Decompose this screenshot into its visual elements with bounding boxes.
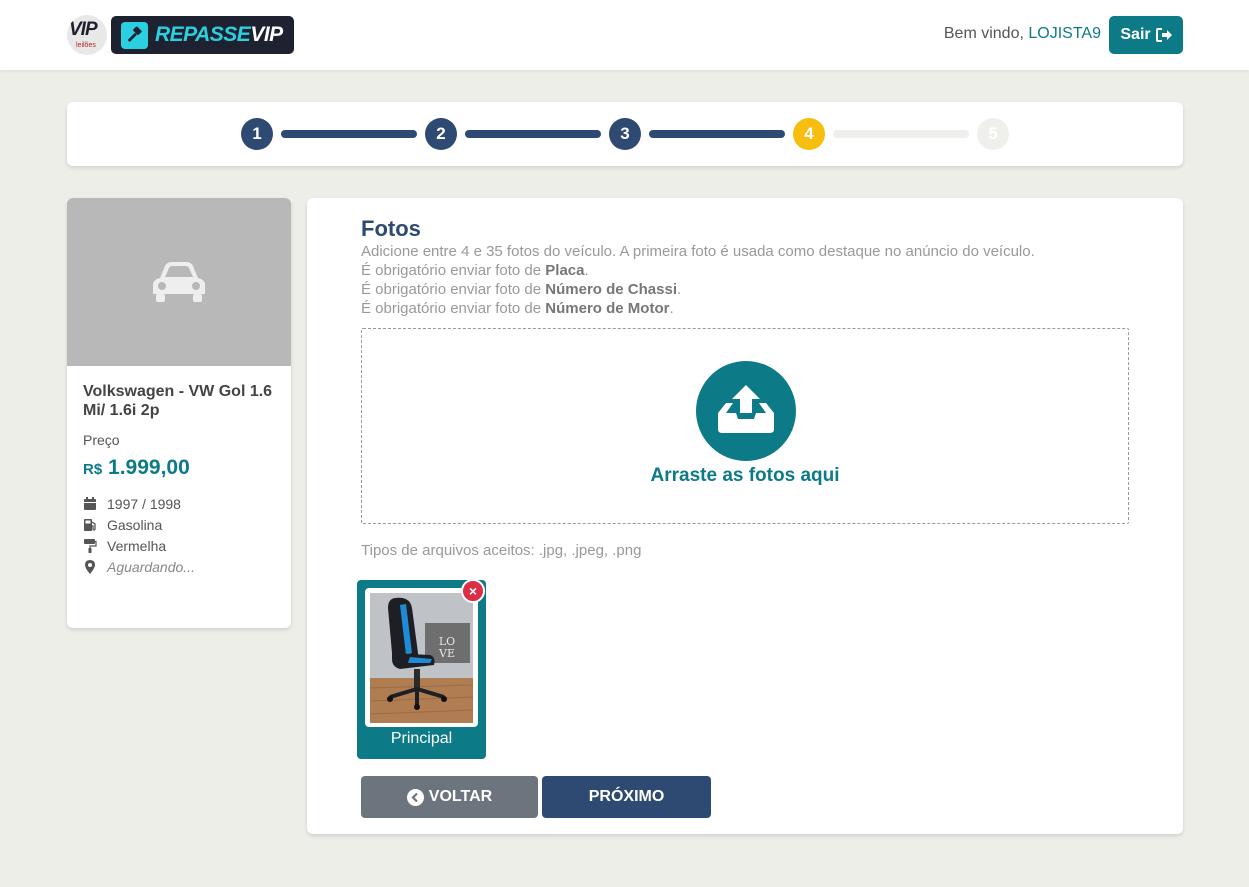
map-marker-icon <box>85 560 95 574</box>
step-connector-4 <box>833 130 969 138</box>
step-connector-1 <box>281 130 417 138</box>
vehicle-year-row: 1997 / 1998 <box>83 496 181 512</box>
vehicle-fuel-row: Gasolina <box>83 517 162 533</box>
next-label: PRÓXIMO <box>588 788 665 805</box>
gavel-icon <box>121 22 148 49</box>
vehicle-summary-card: Volkswagen - VW Gol 1.6 Mi/ 1.6i 2p Preç… <box>67 198 291 628</box>
car-icon <box>153 262 205 302</box>
required-engine-note: É obrigatório enviar foto de Número de M… <box>361 300 674 317</box>
photos-panel: Fotos Adicione entre 4 e 35 fotos do veí… <box>307 198 1183 834</box>
dropzone-label: Arraste as fotos aqui <box>650 465 840 486</box>
vip-leiloes-logo[interactable]: VIP leilões <box>67 15 107 55</box>
vehicle-year: 1997 / 1998 <box>107 496 181 512</box>
step-3[interactable]: 3 <box>609 118 641 150</box>
step-1[interactable]: 1 <box>241 118 273 150</box>
vehicle-location: Aguardando... <box>107 559 195 575</box>
repasse-vip-logo-text: REPASSEVIP <box>155 23 283 46</box>
username-link[interactable]: LOJISTA9 <box>1028 25 1101 42</box>
paint-roller-icon <box>84 539 97 553</box>
required-plate-note: É obrigatório enviar foto de Placa. <box>361 262 589 279</box>
repasse-vip-logo[interactable]: REPASSEVIP <box>111 16 294 54</box>
accepted-file-types: Tipos de arquivos aceitos: .jpg, .jpeg, … <box>361 542 642 559</box>
progress-stepper: 1 2 3 4 5 <box>67 102 1183 166</box>
chevron-left-circle-icon <box>406 788 424 806</box>
vehicle-color: Vermelha <box>107 538 167 554</box>
step-connector-2 <box>465 130 601 138</box>
welcome-prefix: Bem vindo, <box>943 25 1024 42</box>
photos-description: Adicione entre 4 e 35 fotos do veículo. … <box>361 243 1035 260</box>
step-2[interactable]: 2 <box>425 118 457 150</box>
vip-logo-text: VIP <box>69 19 98 40</box>
calendar-icon <box>84 497 96 510</box>
price-value: 1.999,00 <box>108 456 190 479</box>
back-button[interactable]: VOLTAR <box>361 776 538 818</box>
vehicle-fuel: Gasolina <box>107 517 163 533</box>
next-button[interactable]: PRÓXIMO <box>542 776 711 818</box>
step-5: 5 <box>977 118 1009 150</box>
photo-dropzone[interactable]: Arraste as fotos aqui <box>361 328 1129 524</box>
logout-label: Sair <box>1120 26 1151 43</box>
remove-photo-button[interactable]: × <box>461 579 485 603</box>
vehicle-location-row: Aguardando... <box>83 559 195 575</box>
top-navbar: VIP leilões REPASSEVIP Bem vindo, LOJIST… <box>0 0 1249 70</box>
back-label: VOLTAR <box>428 788 493 805</box>
welcome-message: Bem vindo, LOJISTA9 <box>944 25 1101 43</box>
thumbnail-frame: LO VE <box>365 588 478 727</box>
gaming-chair-photo: LO VE <box>370 593 473 723</box>
vehicle-image-placeholder <box>67 198 291 366</box>
logout-button[interactable]: Sair <box>1109 16 1183 54</box>
photo-thumbnail[interactable]: LO VE Principal × <box>357 579 486 759</box>
gas-pump-icon <box>84 519 96 531</box>
vehicle-price: R$ 1.999,00 <box>83 456 190 480</box>
svg-text:VE: VE <box>438 647 455 660</box>
sign-out-icon <box>1155 28 1172 42</box>
photos-title: Fotos <box>361 216 421 241</box>
upload-icon <box>696 361 796 461</box>
price-label: Preço <box>83 432 120 448</box>
currency-symbol: R$ <box>83 461 103 478</box>
required-chassis-note: É obrigatório enviar foto de Número de C… <box>361 281 682 298</box>
vehicle-title: Volkswagen - VW Gol 1.6 Mi/ 1.6i 2p <box>83 383 273 419</box>
vip-logo-subtext: leilões <box>76 42 96 49</box>
thumbnail-caption: Principal <box>390 730 453 747</box>
vehicle-color-row: Vermelha <box>83 538 166 554</box>
step-4[interactable]: 4 <box>793 118 825 150</box>
step-connector-3 <box>649 130 785 138</box>
